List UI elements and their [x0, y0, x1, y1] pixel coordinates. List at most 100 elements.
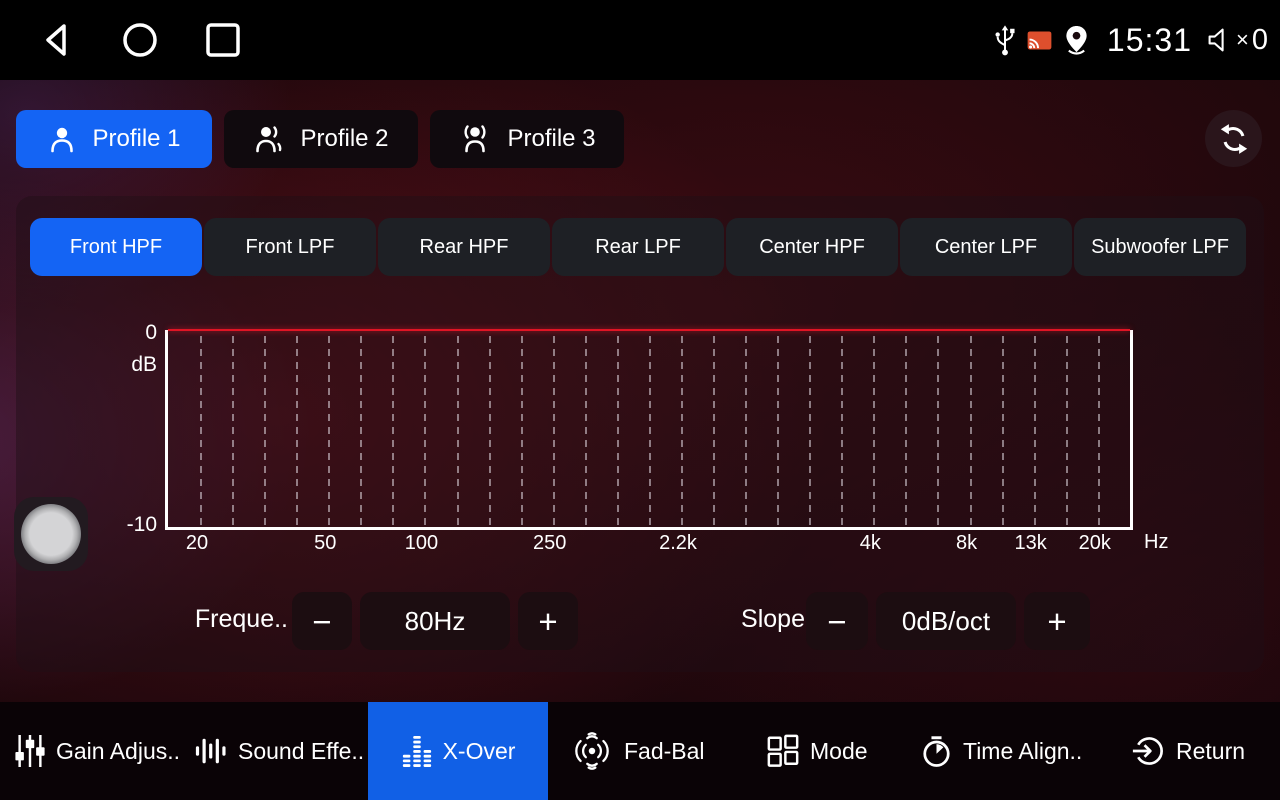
chart-gridline [617, 336, 619, 527]
chart-gridline [521, 336, 523, 527]
chart-gridline [1098, 336, 1100, 527]
profile-tab-label: Profile 2 [300, 125, 388, 153]
frequency-label: Freque.. [136, 604, 288, 634]
nav-item-fad-bal[interactable]: Fad-Bal [570, 702, 705, 800]
chart-gridline [392, 336, 394, 527]
chart-gridline [328, 336, 330, 527]
android-back-button[interactable] [28, 0, 88, 80]
chart-x-tick-label: 2.2k [659, 532, 697, 555]
volume-knob[interactable] [14, 497, 88, 571]
chart-gridline [937, 336, 939, 527]
refresh-icon [1217, 122, 1251, 156]
slope-plus-button[interactable]: + [1024, 592, 1090, 650]
chart-gridline [745, 336, 747, 527]
xover-equalizer-icon [401, 734, 433, 768]
status-bar: 15:31 × 0 [0, 0, 1280, 80]
plus-icon: + [538, 605, 557, 638]
profile-tab-label: Profile 1 [92, 125, 180, 153]
filter-tab-label: Center LPF [935, 236, 1037, 259]
filter-tab-rear-hpf[interactable]: Rear HPF [378, 218, 550, 276]
nav-item-return[interactable]: Return [1132, 702, 1245, 800]
nav-item-label: Gain Adjus.. [56, 738, 180, 765]
nav-item-gain-adjust[interactable]: Gain Adjus.. [14, 702, 180, 800]
filter-tab-rear-lpf[interactable]: Rear LPF [552, 218, 724, 276]
chart-gridline [1034, 336, 1036, 527]
nav-item-xover[interactable]: X-Over [368, 702, 548, 800]
recents-square-icon [203, 20, 243, 60]
nav-item-mode[interactable]: Mode [766, 702, 868, 800]
android-recents-button[interactable] [193, 0, 253, 80]
chart-gridline [873, 336, 875, 527]
chart-gridline [841, 336, 843, 527]
slope-minus-button[interactable]: − [806, 592, 868, 650]
chart-gridline [553, 336, 555, 527]
android-home-button[interactable] [110, 0, 170, 80]
chart-gridline [970, 336, 972, 527]
nav-item-time-align[interactable]: Time Align.. [920, 702, 1082, 800]
chart-x-tick-label: 20k [1079, 532, 1111, 555]
filter-tab-front-lpf[interactable]: Front LPF [204, 218, 376, 276]
nav-item-label: Mode [810, 738, 868, 765]
back-icon [38, 20, 78, 60]
knob-circle [21, 504, 81, 564]
chart-gridline [1002, 336, 1004, 527]
chart-gridline [232, 336, 234, 527]
speaker-muted-icon [1207, 27, 1233, 53]
chart-x-labels: 20501002502.2k4k8k13k20k [165, 532, 1127, 558]
chart-gridline [809, 336, 811, 527]
chart-x-tick-label: 50 [314, 532, 336, 555]
usb-icon [994, 24, 1016, 57]
sound-effect-icon [194, 735, 228, 767]
chart-y-tick-neg10: -10 [101, 514, 157, 536]
filter-tab-label: Rear LPF [595, 236, 681, 259]
filter-tab-label: Subwoofer LPF [1091, 236, 1229, 259]
plus-icon: + [1047, 605, 1066, 638]
nav-item-label: Sound Effe.. [238, 738, 364, 765]
chart-x-tick-label: 20 [186, 532, 208, 555]
filter-tab-label: Rear HPF [420, 236, 509, 259]
chart-gridline [905, 336, 907, 527]
frequency-plus-button[interactable]: + [518, 592, 578, 650]
head-unit-screen: 15:31 × 0 Profile 1 [0, 0, 1280, 800]
home-circle-icon [120, 20, 160, 60]
nav-item-label: Fad-Bal [624, 738, 705, 765]
gain-adjust-icon [14, 734, 46, 768]
minus-icon: − [312, 605, 331, 638]
frequency-value: 80Hz [360, 592, 510, 650]
chart-gridline [681, 336, 683, 527]
chart-x-unit: Hz [1144, 531, 1168, 554]
chart-gridline [585, 336, 587, 527]
filter-tab-subwoofer-lpf[interactable]: Subwoofer LPF [1074, 218, 1246, 276]
frequency-minus-button[interactable]: − [292, 592, 352, 650]
filter-tab-center-lpf[interactable]: Center LPF [900, 218, 1072, 276]
fader-balance-icon [570, 732, 614, 770]
chart-gridline [457, 336, 459, 527]
chart-x-tick-label: 250 [533, 532, 566, 555]
slope-label: Slope [666, 604, 805, 634]
filter-tab-label: Center HPF [759, 236, 865, 259]
reset-profile-button[interactable] [1205, 110, 1262, 167]
nav-item-label: X-Over [443, 738, 516, 765]
volume-level: 0 [1252, 26, 1268, 55]
minus-icon: − [827, 605, 846, 638]
profile-tab-1[interactable]: Profile 1 [16, 110, 212, 168]
chart-x-tick-label: 13k [1015, 532, 1047, 555]
nav-item-sound-effect[interactable]: Sound Effe.. [194, 702, 364, 800]
volume-indicator[interactable]: × 0 [1207, 26, 1268, 55]
chart-gridline [1066, 336, 1068, 527]
filter-tab-center-hpf[interactable]: Center HPF [726, 218, 898, 276]
mode-icon [766, 734, 800, 768]
person-wave-icon [253, 124, 285, 154]
status-icons-cluster: 15:31 × 0 [994, 0, 1268, 80]
slope-value: 0dB/oct [876, 592, 1016, 650]
profile-tab-2[interactable]: Profile 2 [224, 110, 418, 168]
filter-tab-front-hpf[interactable]: Front HPF [30, 218, 202, 276]
chart-x-tick-label: 4k [860, 532, 881, 555]
chart-gridline [264, 336, 266, 527]
profile-tab-3[interactable]: Profile 3 [430, 110, 624, 168]
chart-y-tick-0: 0 [101, 322, 157, 344]
chart-gridline [296, 336, 298, 527]
chart-x-tick-label: 100 [405, 532, 438, 555]
mute-mark: × [1236, 29, 1249, 51]
chart-gridline [360, 336, 362, 527]
